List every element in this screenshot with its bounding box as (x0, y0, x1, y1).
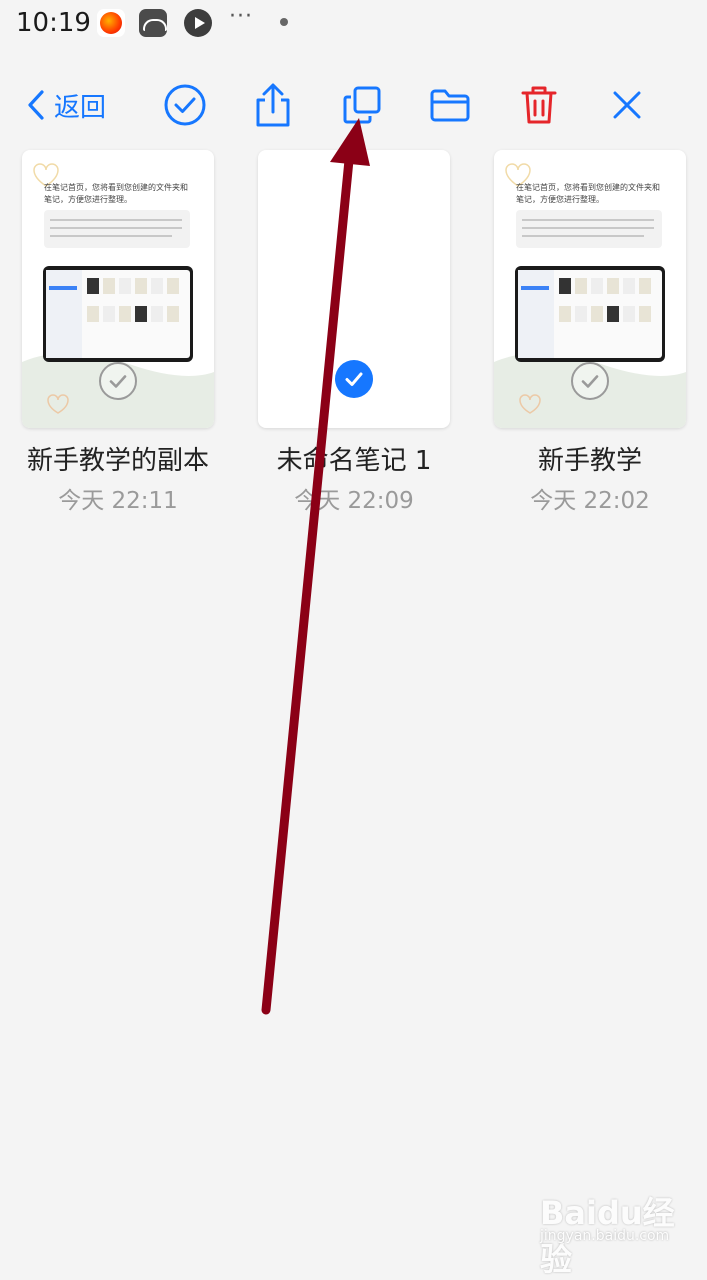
close-icon (613, 91, 641, 119)
preview-text-line: 在笔记首页，您将看到您创建的文件夹和 (44, 182, 188, 192)
delete-button[interactable] (514, 80, 564, 130)
note-title: 新手教学 (537, 446, 642, 476)
back-label: 返回 (54, 92, 107, 123)
play-notification-icon (184, 9, 212, 37)
checkmark-icon (581, 375, 599, 388)
back-button[interactable]: 返回 (26, 80, 126, 130)
notification-dot-icon (280, 18, 288, 26)
close-selection-button[interactable] (602, 80, 652, 130)
checkmark-icon (345, 372, 363, 386)
status-bar: 10:19 ··· (0, 0, 707, 48)
note-title: 新手教学的副本 (26, 446, 209, 476)
baidu-watermark: Baidu经验 jingyan.baidu.com (540, 1180, 700, 1278)
select-all-icon (164, 84, 206, 126)
note-date: 今天 22:11 (58, 488, 178, 514)
copy-icon (343, 86, 381, 124)
chevron-left-icon (28, 90, 44, 120)
game-notification-icon (139, 9, 167, 37)
trash-icon (521, 86, 557, 124)
checkmark-icon (109, 375, 127, 388)
preview-text-line: 笔记，方便您进行整理。 (44, 194, 132, 204)
note-card[interactable]: 在笔记首页，您将看到您创建的文件夹和 笔记，方便您进行整理。 (494, 150, 686, 428)
preview-text-line: 在笔记首页，您将看到您创建的文件夹和 (516, 182, 660, 192)
note-card[interactable] (258, 150, 450, 428)
preview-text-line: 笔记，方便您进行整理。 (516, 194, 604, 204)
note-card[interactable]: 在笔记首页，您将看到您创建的文件夹和 笔记，方便您进行整理。 (22, 150, 214, 428)
status-time: 10:19 (16, 8, 91, 38)
more-notifications-icon: ··· (229, 4, 253, 29)
selection-toolbar: 返回 (0, 80, 707, 130)
note-date: 今天 22:02 (530, 488, 650, 514)
app-notification-icon (97, 9, 125, 37)
share-icon (256, 83, 290, 127)
share-button[interactable] (248, 80, 298, 130)
note-date: 今天 22:09 (294, 488, 414, 514)
note-title: 未命名笔记 1 (276, 446, 432, 476)
folder-icon (430, 89, 470, 122)
move-to-folder-button[interactable] (425, 80, 475, 130)
selection-checkbox-checked[interactable] (335, 360, 373, 398)
selection-checkbox[interactable] (99, 362, 137, 400)
copy-button[interactable] (337, 80, 387, 130)
select-all-button[interactable] (160, 80, 210, 130)
selection-checkbox[interactable] (571, 362, 609, 400)
watermark-url: jingyan.baidu.com (540, 1228, 670, 1244)
